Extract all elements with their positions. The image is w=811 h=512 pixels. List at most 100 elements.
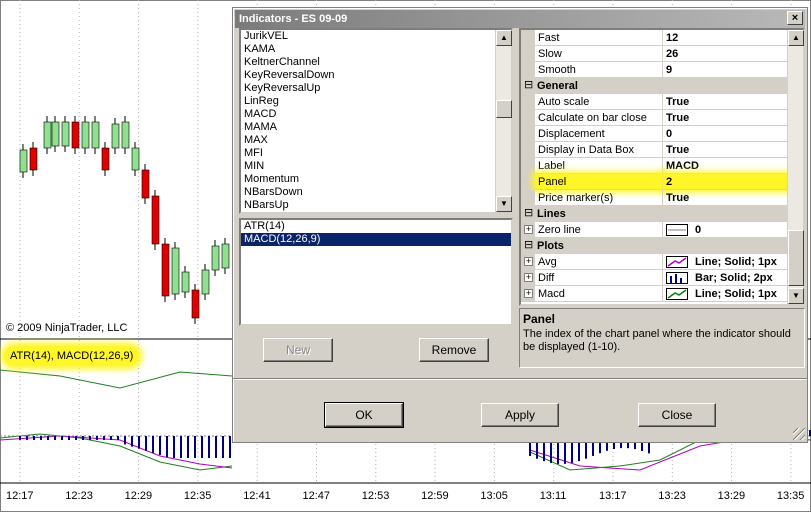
property-value[interactable]: 0 (663, 126, 787, 142)
category-label: Plots (537, 240, 564, 252)
list-item[interactable]: MFI (241, 147, 495, 160)
property-name: Calculate on bar close (535, 110, 663, 126)
collapse-icon[interactable]: ⊟ (524, 240, 533, 251)
available-list-scrollbar[interactable]: ▲ ▼ (495, 30, 512, 212)
time-tick-label: 13:29 (717, 490, 746, 502)
property-name: Smooth (535, 62, 663, 78)
scroll-up-icon[interactable]: ▲ (788, 30, 804, 46)
candle-body (101, 147, 110, 171)
list-item[interactable]: MIN (241, 160, 495, 173)
property-value[interactable]: 9 (663, 62, 787, 78)
indicators-dialog: Indicators - ES 09-09 × JurikVEL KAMA Kelt… (232, 7, 808, 443)
property-value[interactable]: True (663, 190, 787, 206)
row-gutter (521, 30, 535, 46)
candle-body (19, 149, 28, 173)
property-row[interactable]: Fast 12 (521, 30, 787, 46)
candle-body (131, 147, 140, 171)
property-row[interactable]: Slow 26 (521, 46, 787, 62)
list-item[interactable]: NBarsDown (241, 186, 495, 199)
property-row[interactable]: Auto scale True (521, 94, 787, 110)
list-item[interactable]: KeyReversalDown (241, 69, 495, 82)
list-item[interactable]: KAMA (241, 43, 495, 56)
expand-icon[interactable]: + (524, 257, 533, 266)
candle-body (171, 247, 180, 295)
expand-icon[interactable]: + (524, 225, 533, 234)
list-item[interactable]: KeltnerChannel (241, 56, 495, 69)
applied-indicators-list[interactable]: ATR(14) MACD(12,26,9) (239, 218, 513, 326)
close-button[interactable]: Close (638, 403, 716, 427)
list-item[interactable]: LinReg (241, 95, 495, 108)
scroll-up-icon[interactable]: ▲ (496, 30, 512, 46)
property-row[interactable]: Price marker(s) True (521, 190, 787, 206)
candle-body (151, 195, 160, 245)
list-item[interactable]: NBarsUp (241, 199, 495, 212)
scroll-thumb[interactable] (788, 230, 804, 286)
property-name: Avg (535, 254, 663, 270)
apply-button[interactable]: Apply (481, 403, 559, 427)
scroll-thumb[interactable] (496, 100, 512, 118)
list-item[interactable]: KeyReversalUp (241, 82, 495, 95)
collapse-icon[interactable]: ⊟ (524, 208, 533, 219)
row-gutter (521, 110, 535, 126)
time-tick-label: 12:23 (65, 490, 93, 502)
row-gutter (521, 46, 535, 62)
property-row[interactable]: + Diff Bar; Solid; 2px (521, 270, 787, 286)
time-tick-label: 12:17 (6, 490, 34, 502)
time-tick-label: 13:35 (776, 490, 805, 502)
property-value[interactable]: 2 (663, 174, 787, 190)
list-item[interactable]: Momentum (241, 173, 495, 186)
list-item[interactable]: MAMA (241, 121, 495, 134)
property-name: Display in Data Box (535, 142, 663, 158)
ok-button[interactable]: OK (324, 402, 404, 428)
list-item[interactable]: MACD (241, 108, 495, 121)
time-tick-label: 12:47 (302, 490, 331, 502)
expand-icon[interactable]: + (524, 289, 533, 298)
resize-grip-icon[interactable] (793, 428, 805, 440)
property-row[interactable]: + Macd Line; Solid; 1px (521, 286, 787, 302)
applied-indicator-item[interactable]: MACD(12,26,9) (241, 233, 511, 246)
property-name: Label (535, 158, 663, 174)
remove-button[interactable]: Remove (419, 338, 489, 362)
property-name: Diff (535, 270, 663, 286)
property-value[interactable]: 12 (663, 30, 787, 46)
candle-body (111, 123, 120, 149)
category-label: General (537, 80, 578, 92)
dialog-title: Indicators - ES 09-09 (239, 13, 348, 25)
dialog-titlebar[interactable]: Indicators - ES 09-09 × (235, 10, 805, 28)
row-gutter (521, 62, 535, 78)
expand-icon[interactable]: + (524, 273, 533, 282)
property-row[interactable]: Calculate on bar close True (521, 110, 787, 126)
property-row[interactable]: Panel 2 (521, 174, 787, 190)
property-category[interactable]: ⊟ Lines (521, 206, 787, 222)
property-grid-scrollbar[interactable]: ▲ ▼ (787, 30, 804, 304)
property-row[interactable]: Display in Data Box True (521, 142, 787, 158)
line-purple-icon (666, 256, 688, 268)
property-grid[interactable]: Fast 12 Slow 26 Smooth 9 ⊟ General Auto scale Tru… (519, 28, 805, 306)
property-row[interactable]: Smooth 9 (521, 62, 787, 78)
property-value[interactable]: True (663, 110, 787, 126)
property-value[interactable]: True (663, 94, 787, 110)
property-row[interactable]: + Avg Line; Solid; 1px (521, 254, 787, 270)
applied-indicator-item[interactable]: ATR(14) (241, 220, 511, 233)
new-button[interactable]: New (263, 338, 333, 362)
property-value[interactable]: MACD (663, 158, 787, 174)
property-row[interactable]: + Zero line 0 (521, 222, 787, 238)
line-green-icon (666, 288, 688, 300)
scroll-down-icon[interactable]: ▼ (788, 288, 804, 304)
list-item[interactable]: MAX (241, 134, 495, 147)
scroll-down-icon[interactable]: ▼ (496, 196, 512, 212)
candle-body (121, 121, 130, 149)
close-icon[interactable]: × (787, 11, 803, 25)
property-name: Panel (535, 174, 663, 190)
list-item[interactable]: JurikVEL (241, 30, 495, 43)
time-tick-label: 12:53 (361, 490, 390, 502)
property-row[interactable]: Displacement 0 (521, 126, 787, 142)
property-value[interactable]: True (663, 142, 787, 158)
property-value[interactable]: 26 (663, 46, 787, 62)
available-indicators-list[interactable]: JurikVEL KAMA KeltnerChannel KeyReversalDow… (239, 28, 513, 214)
property-category[interactable]: ⊟ Plots (521, 238, 787, 254)
property-category[interactable]: ⊟ General (521, 78, 787, 94)
property-row[interactable]: Label MACD (521, 158, 787, 174)
property-name: Fast (535, 30, 663, 46)
collapse-icon[interactable]: ⊟ (524, 80, 533, 91)
